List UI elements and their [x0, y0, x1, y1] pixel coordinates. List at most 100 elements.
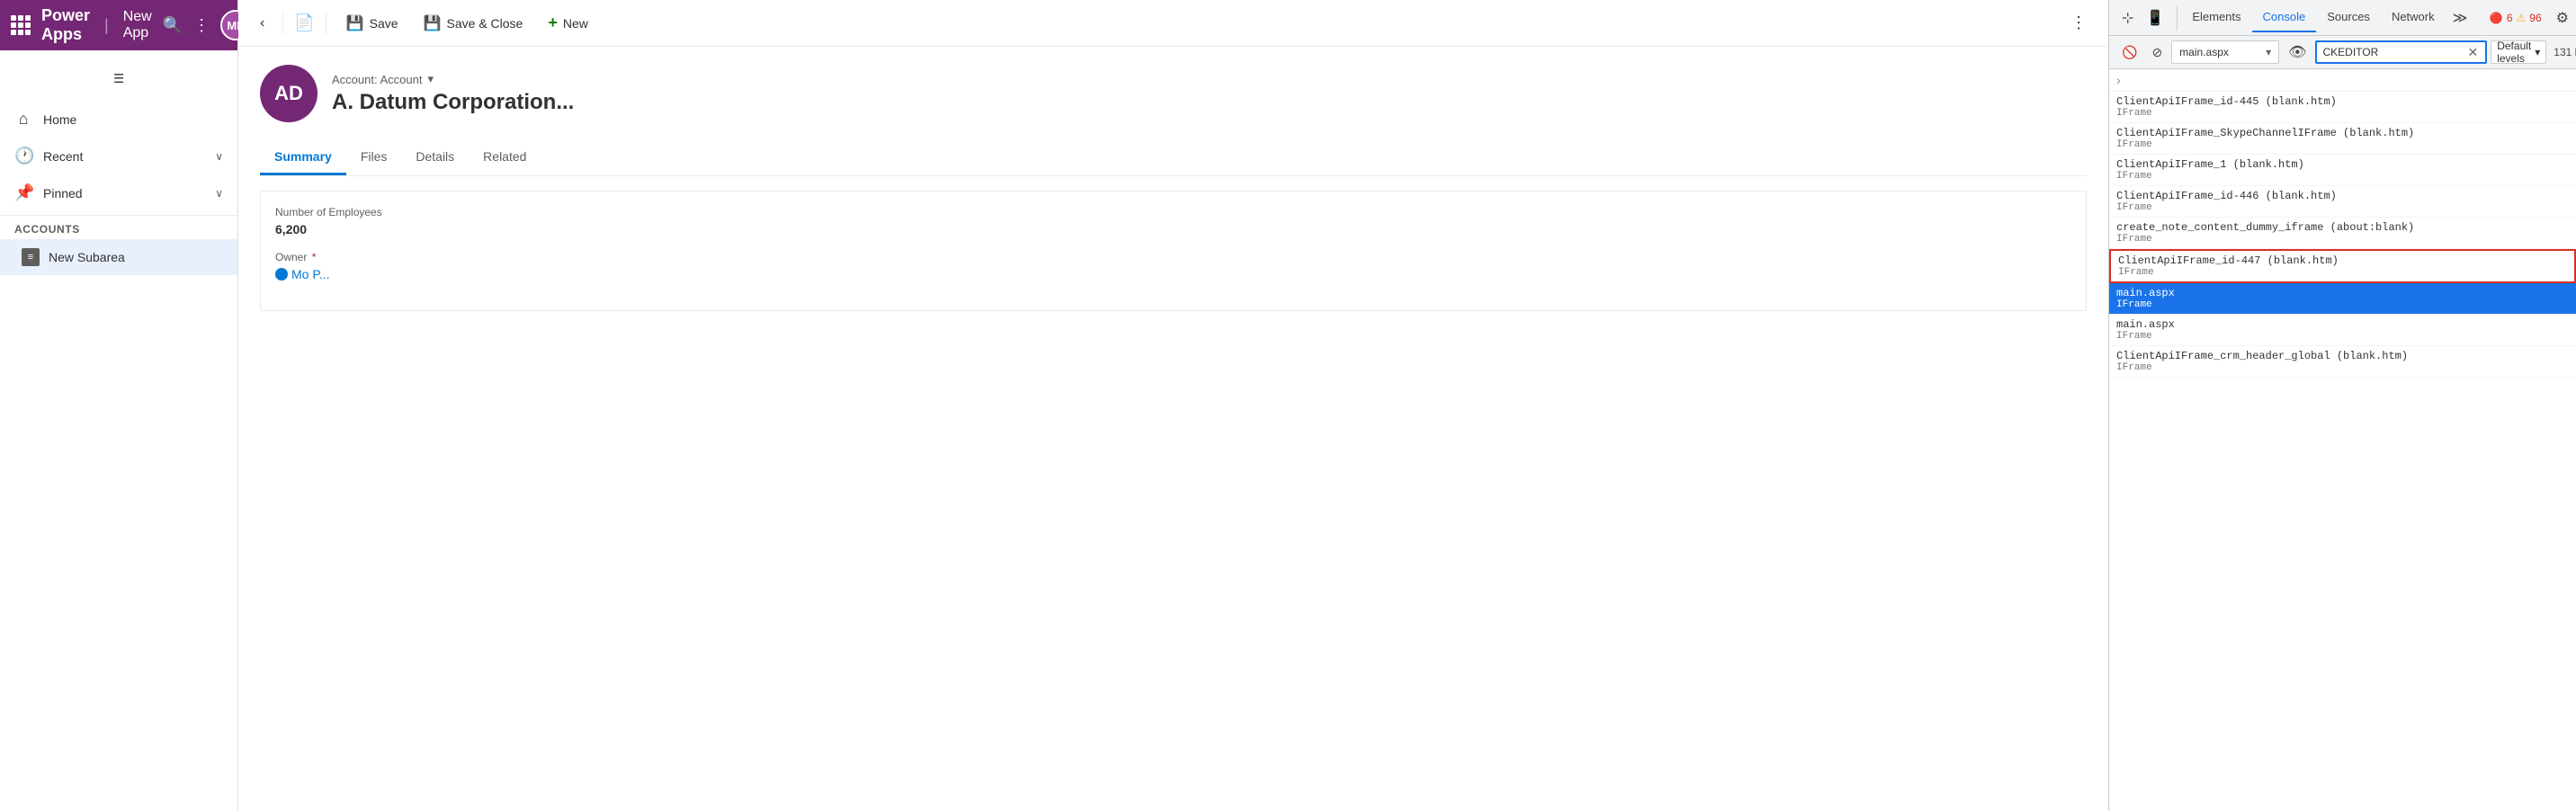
console-label: Console [2263, 10, 2306, 23]
console-list-item[interactable]: ClientApiIFrame_id-445 (blank.htm)IFrame [2109, 92, 2576, 123]
tab-summary-label: Summary [274, 149, 332, 164]
frame-name: ClientApiIFrame_id-445 (blank.htm) [2116, 95, 2569, 108]
save-label: Save [370, 16, 398, 31]
scroll-arrow-icon[interactable]: › [2116, 73, 2121, 87]
required-indicator: * [312, 251, 317, 263]
filter-input-wrap: ✕ [2315, 40, 2487, 64]
error-badge: 🔴 6 ⚠ 96 [2482, 8, 2549, 28]
console-list-item[interactable]: ClientApiIFrame_1 (blank.htm)IFrame [2109, 155, 2576, 186]
toolbar-more-button[interactable]: ⋮ [2063, 10, 2094, 36]
field-employees: Number of Employees 6,200 [275, 206, 2071, 236]
tab-files[interactable]: Files [346, 140, 402, 175]
sidebar-item-home[interactable]: ⌂ Home [0, 101, 237, 138]
tab-sources[interactable]: Sources [2316, 3, 2381, 32]
cursor-icon-button[interactable]: ⊹ [2116, 5, 2139, 31]
tab-files-label: Files [361, 149, 388, 164]
employees-value[interactable]: 6,200 [275, 222, 2071, 236]
record-type-icon: 📄 [294, 13, 314, 32]
frame-type: IFrame [2116, 139, 2569, 150]
console-list-item[interactable]: create_note_content_dummy_iframe (about:… [2109, 218, 2576, 249]
tab-elements[interactable]: Elements [2181, 3, 2251, 32]
left-panel: Power Apps | New App 🔍 ⋮ MP ☰ ⌂ Home 🕐 R… [0, 0, 238, 811]
record-type: Account: Account ▾ [332, 72, 2087, 86]
warn-icon: ⚠ [2517, 12, 2527, 24]
tab-details[interactable]: Details [401, 140, 469, 175]
level-label: Default levels [2497, 40, 2531, 65]
phone-icon-button[interactable]: 📱 [2141, 5, 2169, 31]
filter-input[interactable] [2322, 46, 2462, 58]
console-list-item[interactable]: ClientApiIFrame_id-446 (blank.htm)IFrame [2109, 186, 2576, 218]
level-selector[interactable]: Default levels ▾ [2491, 40, 2546, 64]
sidebar-item-recent[interactable]: 🕐 Recent ∨ [0, 138, 237, 174]
owner-link[interactable]: Mo P... [275, 267, 2071, 281]
record-header: AD Account: Account ▾ A. Datum Corporati… [260, 65, 2087, 122]
eye-icon-button[interactable]: 👁 [2283, 40, 2312, 65]
save-button[interactable]: 💾 Save [337, 9, 407, 38]
error-icon: 🔴 [2490, 12, 2503, 24]
save-close-label: Save & Close [447, 16, 523, 31]
devtools-more-button[interactable]: ≫ [2446, 5, 2475, 31]
app-name: New App [123, 9, 152, 41]
save-close-icon: 💾 [424, 14, 442, 32]
owner-icon [275, 268, 288, 281]
owner-label: Owner * [275, 251, 2071, 263]
record-type-chevron[interactable]: ▾ [427, 72, 434, 86]
context-chevron-icon: ▾ [2266, 46, 2271, 58]
console-list-item[interactable]: main.aspxIFrame [2109, 283, 2576, 315]
frame-name: create_note_content_dummy_iframe (about:… [2116, 221, 2569, 234]
frame-name: ClientApiIFrame_SkypeChannelIFrame (blan… [2116, 127, 2569, 139]
console-toolbar: 🚫 ⊘ main.aspx ▾ 👁 ✕ Default levels ▾ 131… [2109, 36, 2576, 69]
sidebar-item-pinned[interactable]: 📌 Pinned ∨ [0, 174, 237, 211]
error-count: 6 [2507, 12, 2513, 24]
clear-icon-button[interactable]: ⊘ [2146, 41, 2168, 64]
console-list-item[interactable]: ClientApiIFrame_SkypeChannelIFrame (blan… [2109, 123, 2576, 155]
frame-type: IFrame [2116, 234, 2569, 245]
hamburger-button[interactable]: ☰ [0, 58, 237, 101]
warn-count: 96 [2529, 12, 2541, 24]
devtools-panel: ⊹ 📱 Elements Console Sources Network ≫ 🔴… [2108, 0, 2576, 811]
frame-name: main.aspx [2116, 318, 2569, 331]
save-icon: 💾 [346, 14, 364, 32]
more-button[interactable]: ⋮ [193, 16, 210, 35]
context-selector[interactable]: main.aspx ▾ [2171, 40, 2279, 64]
elements-label: Elements [2192, 10, 2241, 23]
console-list-item[interactable]: main.aspxIFrame [2109, 315, 2576, 346]
waffle-icon[interactable] [11, 15, 31, 35]
nav-pinned-label: Pinned [43, 186, 204, 201]
console-list-item[interactable]: ClientApiIFrame_crm_header_global (blank… [2109, 346, 2576, 378]
new-button[interactable]: + New [539, 8, 597, 38]
tab-details-label: Details [416, 149, 454, 164]
plus-icon: + [548, 13, 558, 32]
frame-type: IFrame [2116, 108, 2569, 119]
tab-summary[interactable]: Summary [260, 140, 346, 175]
search-button[interactable]: 🔍 [163, 16, 183, 35]
app-brand: Power Apps [41, 6, 90, 44]
owner-value: Mo P... [291, 267, 330, 281]
toolbar-divider [282, 13, 283, 34]
block-icon-button[interactable]: 🚫 [2116, 41, 2142, 64]
record-type-text: Account: Account [332, 73, 422, 86]
save-close-button[interactable]: 💾 Save & Close [415, 9, 532, 38]
nav-home-label: Home [43, 112, 223, 127]
context-value: main.aspx [2179, 46, 2229, 58]
back-button[interactable]: ‹ [253, 12, 272, 35]
frame-type: IFrame [2116, 299, 2569, 310]
devtools-tabs-bar: ⊹ 📱 Elements Console Sources Network ≫ 🔴… [2109, 0, 2576, 36]
pinned-icon: 📌 [14, 183, 32, 202]
frame-name: ClientApiIFrame_id-447 (blank.htm) [2118, 254, 2567, 267]
devtools-settings-button[interactable]: ⚙ [2549, 5, 2576, 31]
home-icon: ⌂ [14, 110, 32, 129]
record-area: AD Account: Account ▾ A. Datum Corporati… [238, 47, 2108, 811]
frame-type: IFrame [2116, 171, 2569, 182]
frame-type: IFrame [2116, 331, 2569, 342]
app-divider: | [104, 16, 109, 35]
app-topbar: Power Apps | New App 🔍 ⋮ MP [0, 0, 237, 50]
tab-network[interactable]: Network [2381, 3, 2446, 32]
tab-related[interactable]: Related [469, 140, 541, 175]
console-list-item[interactable]: ClientApiIFrame_id-447 (blank.htm)IFrame [2109, 249, 2576, 283]
filter-clear-button[interactable]: ✕ [2465, 45, 2480, 60]
subarea-label: New Subarea [49, 250, 125, 264]
sidebar-item-new-subarea[interactable]: ≡ New Subarea [0, 239, 237, 275]
tab-console[interactable]: Console [2252, 3, 2317, 32]
nav-recent-label: Recent [43, 149, 204, 164]
